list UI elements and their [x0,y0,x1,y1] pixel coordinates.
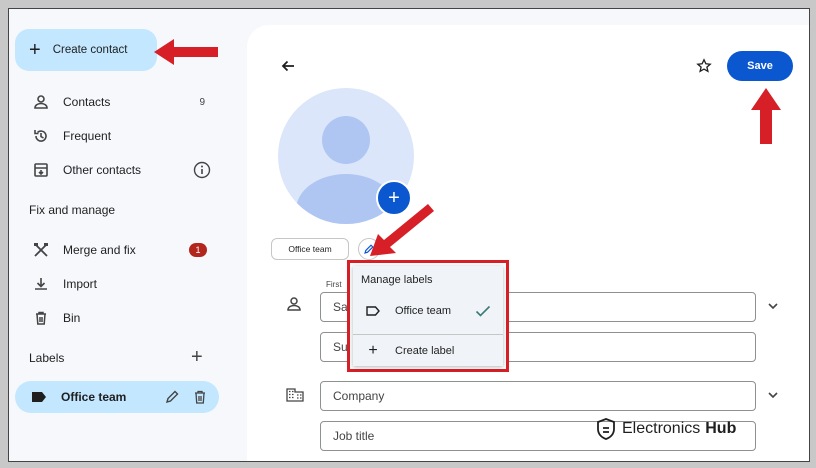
star-icon[interactable] [696,58,712,79]
fix-and-manage-heading: Fix and manage [29,203,116,217]
trash-icon [31,308,51,328]
company-placeholder: Company [333,389,385,403]
download-icon [31,274,51,294]
sidebar-item-import[interactable]: Import [15,269,215,299]
archive-download-icon [31,160,51,180]
plus-icon: + [368,342,378,359]
first-name-label: First [324,280,344,289]
annotation-arrow-diagonal-icon [370,204,434,256]
sidebar-item-other-contacts[interactable]: Other contacts [15,155,215,185]
sidebar-item-label: Bin [63,311,81,325]
sidebar-item-label: Merge and fix [63,243,136,257]
sidebar-item-frequent[interactable]: Frequent [15,121,215,151]
sidebar-item-bin[interactable]: Bin [15,303,215,333]
merge-icon [31,240,51,260]
create-contact-button[interactable]: + Create contact [15,29,157,71]
menu-item-label: Create label [395,345,455,357]
sidebar-item-label: Frequent [63,129,112,143]
info-icon[interactable] [193,161,211,179]
annotation-arrow-up-icon [751,88,781,144]
menu-item-office-team[interactable]: Office team [353,296,503,326]
label-chip[interactable]: Office team [271,238,349,260]
shield-logo-icon [597,418,615,440]
job-title-placeholder: Job title [333,429,375,443]
person-icon [286,296,302,317]
sidebar-item-merge-and-fix[interactable]: Merge and fix 1 [15,235,215,265]
contacts-count: 9 [199,96,205,108]
menu-item-create-label[interactable]: + Create label [353,336,503,366]
chevron-down-icon[interactable] [766,388,780,407]
sidebar-item-office-team[interactable]: Office team [15,381,219,413]
watermark-text-electronics: Electronics [622,420,701,437]
sidebar-item-contacts[interactable]: Contacts 9 [15,87,215,117]
history-icon [31,126,51,146]
menu-item-label: Office team [395,305,452,317]
manage-labels-menu: Manage labels Office team + Create label [353,266,503,366]
delete-label-icon[interactable] [193,390,207,404]
company-field[interactable]: Company [320,381,756,411]
person-icon [31,92,51,112]
plus-icon: + [29,39,41,61]
label-outline-icon [365,306,381,316]
merge-badge: 1 [189,243,207,257]
labels-heading: Labels [29,351,65,365]
label-icon [31,391,47,403]
annotation-arrow-left-icon [154,39,218,65]
back-arrow-icon[interactable] [280,58,296,79]
sidebar-item-label: Import [63,277,98,291]
manage-labels-highlight: Manage labels Office team + Create label [347,260,509,372]
sidebar-item-label: Other contacts [63,163,142,177]
add-label-icon[interactable]: + [191,347,203,367]
watermark-text-hub: Hub [705,420,737,437]
sidebar-item-label: Office team [61,390,127,404]
edit-label-icon[interactable] [165,390,179,404]
manage-labels-title: Manage labels [361,274,433,286]
sidebar: + Create contact Contacts 9 Frequent Oth… [9,9,249,461]
check-icon [475,305,491,317]
watermark: Electronics Hub [596,418,736,440]
save-button[interactable]: Save [727,51,793,81]
create-contact-label: Create contact [52,44,128,56]
sidebar-item-label: Contacts [63,95,111,109]
building-icon [286,388,304,407]
menu-divider [353,334,503,335]
chevron-down-icon[interactable] [766,299,780,318]
